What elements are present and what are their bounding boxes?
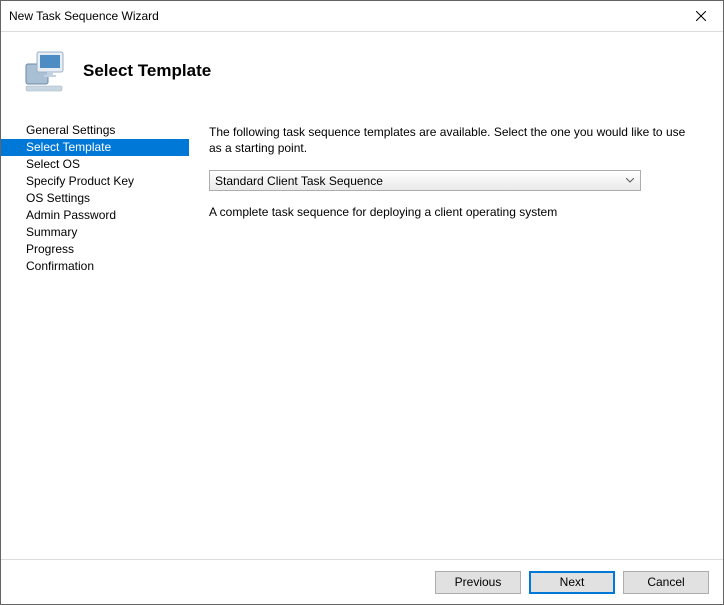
sidebar-item-progress[interactable]: Progress bbox=[1, 241, 189, 258]
sidebar-item-general-settings[interactable]: General Settings bbox=[1, 122, 189, 139]
titlebar: New Task Sequence Wizard bbox=[1, 1, 723, 32]
sidebar-item-select-os[interactable]: Select OS bbox=[1, 156, 189, 173]
cancel-button[interactable]: Cancel bbox=[623, 571, 709, 594]
header: Select Template bbox=[1, 32, 723, 110]
close-button[interactable] bbox=[678, 1, 723, 31]
close-icon bbox=[696, 11, 706, 21]
footer-buttons: Previous Next Cancel bbox=[1, 559, 723, 604]
sidebar-item-summary[interactable]: Summary bbox=[1, 224, 189, 241]
page-title: Select Template bbox=[83, 61, 211, 81]
template-description: A complete task sequence for deploying a… bbox=[209, 205, 699, 219]
sidebar-item-os-settings[interactable]: OS Settings bbox=[1, 190, 189, 207]
sidebar-item-select-template[interactable]: Select Template bbox=[1, 139, 189, 156]
content-panel: The following task sequence templates ar… bbox=[189, 110, 723, 574]
main-area: General Settings Select Template Select … bbox=[1, 110, 723, 574]
sidebar-item-confirmation[interactable]: Confirmation bbox=[1, 258, 189, 275]
sidebar-item-admin-password[interactable]: Admin Password bbox=[1, 207, 189, 224]
next-button[interactable]: Next bbox=[529, 571, 615, 594]
window-title: New Task Sequence Wizard bbox=[9, 9, 159, 23]
template-dropdown[interactable]: Standard Client Task Sequence bbox=[209, 170, 641, 191]
wizard-steps-sidebar: General Settings Select Template Select … bbox=[1, 110, 189, 574]
computer-monitor-icon bbox=[23, 50, 65, 92]
previous-button[interactable]: Previous bbox=[435, 571, 521, 594]
instruction-text: The following task sequence templates ar… bbox=[209, 124, 699, 156]
chevron-down-icon bbox=[626, 178, 634, 183]
sidebar-item-specify-product-key[interactable]: Specify Product Key bbox=[1, 173, 189, 190]
dropdown-selected-value: Standard Client Task Sequence bbox=[215, 174, 383, 188]
